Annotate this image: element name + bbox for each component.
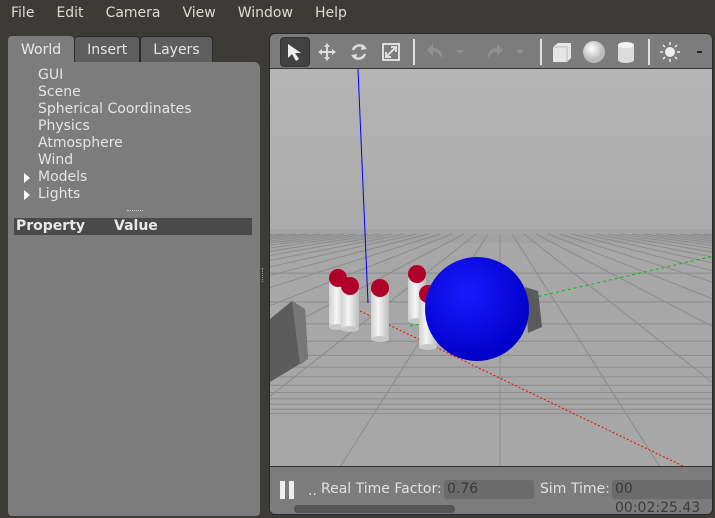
tree-item-atmosphere[interactable]: Atmosphere xyxy=(8,135,260,152)
tree-item-label: Lights xyxy=(38,186,81,202)
sphere-shape-button[interactable] xyxy=(579,37,609,67)
tree-item-label: GUI xyxy=(38,67,64,83)
pin xyxy=(341,277,359,332)
sphere-icon xyxy=(583,40,605,63)
box-icon xyxy=(553,42,571,62)
undo-icon xyxy=(427,43,443,59)
tree-item-lights[interactable]: Lights xyxy=(8,186,260,203)
arrow-cursor-icon xyxy=(288,43,301,61)
menu-view[interactable]: View xyxy=(172,5,227,21)
pin xyxy=(371,279,389,342)
splitter-handle[interactable] xyxy=(127,210,143,212)
expand-arrow-icon[interactable] xyxy=(24,190,30,200)
scale-mode-button[interactable] xyxy=(376,37,406,67)
world-tree: GUI Scene Spherical Coordinates Physics … xyxy=(8,62,260,203)
scale-icon xyxy=(382,42,400,61)
expand-arrow-icon[interactable] xyxy=(24,173,30,183)
real-time-factor-value: 0.76 xyxy=(444,480,534,499)
toolbar-separator xyxy=(540,38,542,65)
tab-world[interactable]: World xyxy=(8,36,75,62)
horizontal-scrollbar[interactable] xyxy=(294,505,455,513)
toolbar xyxy=(270,34,712,69)
rotate-icon xyxy=(351,43,367,60)
left-panel: World Insert Layers GUI Scene Spherical … xyxy=(8,36,260,516)
tree-item-scene[interactable]: Scene xyxy=(8,84,260,101)
tree-item-label: Spherical Coordinates xyxy=(38,101,192,117)
menu-edit[interactable]: Edit xyxy=(45,5,94,21)
world-panel: GUI Scene Spherical Coordinates Physics … xyxy=(8,62,260,516)
toolbar-separator xyxy=(413,38,415,65)
value-column-header: Value xyxy=(114,218,158,234)
cylinder-icon xyxy=(618,41,634,63)
sun-icon xyxy=(660,41,680,62)
tab-insert[interactable]: Insert xyxy=(74,36,141,62)
box-shape-button[interactable] xyxy=(547,37,577,67)
redo-button[interactable] xyxy=(480,37,510,67)
undo-button[interactable] xyxy=(420,37,450,67)
3d-viewport[interactable] xyxy=(270,68,713,468)
menu-camera[interactable]: Camera xyxy=(95,5,172,21)
sim-time-value: 00 00:02:25.43 xyxy=(612,480,712,514)
light-button[interactable] xyxy=(655,37,685,67)
tree-item-models[interactable]: Models xyxy=(8,169,260,186)
tree-item-label: Atmosphere xyxy=(38,135,123,151)
tree-item-gui[interactable]: GUI xyxy=(8,67,260,84)
menu-file[interactable]: File xyxy=(0,5,45,21)
status-bar: .. Real Time Factor: 0.76 Sim Time: 00 0… xyxy=(270,466,712,514)
tree-item-label: Physics xyxy=(38,118,90,134)
menu-window[interactable]: Window xyxy=(227,5,304,21)
menu-help[interactable]: Help xyxy=(304,5,358,21)
rotate-mode-button[interactable] xyxy=(344,37,374,67)
pause-button[interactable] xyxy=(280,481,294,499)
move-icon xyxy=(318,42,336,61)
tree-item-spherical-coordinates[interactable]: Spherical Coordinates xyxy=(8,101,260,118)
sky xyxy=(270,69,712,239)
panel-splitter[interactable] xyxy=(262,268,265,282)
undo-history-button[interactable] xyxy=(452,37,468,67)
tree-item-label: Models xyxy=(38,169,88,185)
select-mode-button[interactable] xyxy=(280,36,310,67)
toolbar-separator xyxy=(648,38,650,65)
translate-mode-button[interactable] xyxy=(312,37,342,67)
sim-time-label: Sim Time: xyxy=(540,481,610,497)
chevron-down-icon xyxy=(456,49,464,54)
tree-item-wind[interactable]: Wind xyxy=(8,152,260,169)
blue-sphere xyxy=(425,257,529,361)
property-column-header: Property xyxy=(16,218,86,234)
redo-icon xyxy=(487,43,503,59)
cylinder-shape-button[interactable] xyxy=(611,37,641,67)
tree-item-physics[interactable]: Physics xyxy=(8,118,260,135)
scene-render[interactable] xyxy=(270,68,713,468)
scene-panel: .. Real Time Factor: 0.76 Sim Time: 00 0… xyxy=(269,33,713,515)
toolbar-overflow-icon[interactable] xyxy=(697,50,702,53)
step-indicator: .. xyxy=(308,483,317,499)
tree-item-label: Wind xyxy=(38,152,74,168)
tree-item-label: Scene xyxy=(38,84,81,100)
menu-bar: File Edit Camera View Window Help xyxy=(0,0,715,26)
redo-history-button[interactable] xyxy=(512,37,528,67)
property-table-header: Property Value xyxy=(14,218,252,235)
chevron-down-icon xyxy=(516,49,524,54)
tab-layers[interactable]: Layers xyxy=(140,36,213,62)
real-time-factor-label: Real Time Factor: xyxy=(321,481,442,497)
